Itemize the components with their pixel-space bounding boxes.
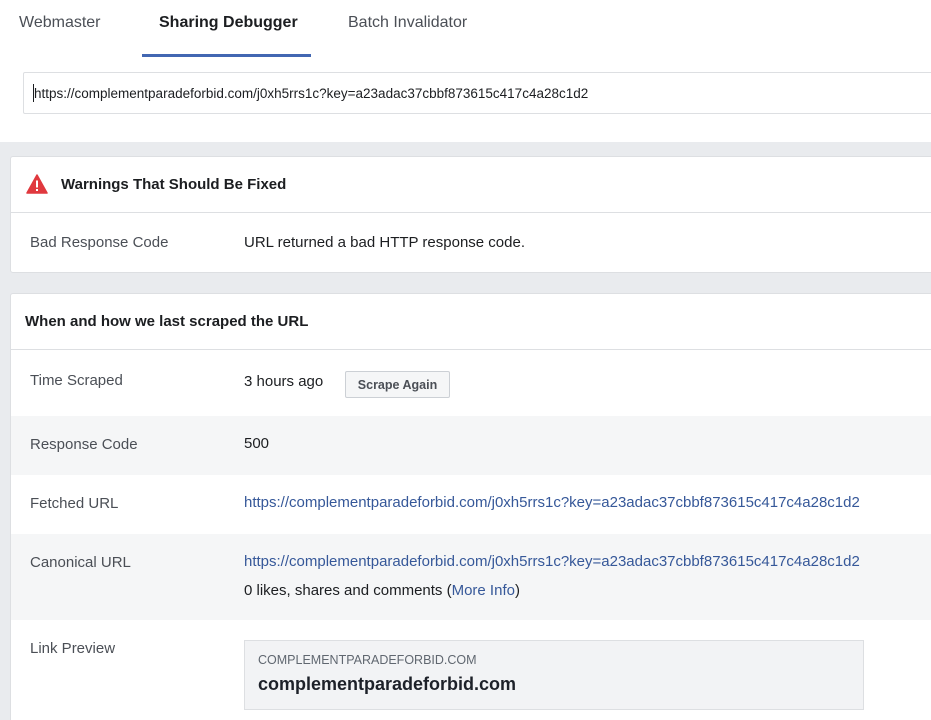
row-canonical-url: Canonical URL https://complementparadefo… (11, 534, 931, 620)
fetched-url-label: Fetched URL (30, 495, 119, 512)
response-code-value: 500 (244, 435, 270, 452)
tab-webmaster[interactable]: Webmaster (19, 14, 101, 32)
canonical-url-link[interactable]: https://complementparadeforbid.com/j0xh5… (244, 553, 860, 570)
preview-domain: COMPLEMENTPARADEFORBID.COM (258, 653, 477, 667)
engagement-close: ) (514, 582, 520, 599)
link-preview-card[interactable]: COMPLEMENTPARADEFORBID.COM complementpar… (244, 640, 864, 710)
warning-value: URL returned a bad HTTP response code. (244, 234, 525, 251)
link-preview-label: Link Preview (30, 640, 116, 657)
warning-row-bad-response: Bad Response Code URL returned a bad HTT… (11, 214, 931, 272)
engagement-count: 0 likes, shares and comments ( (244, 582, 452, 599)
scrape-again-button[interactable]: Scrape Again (345, 371, 450, 398)
tab-bar: Webmaster Sharing Debugger Batch Invalid… (0, 0, 931, 58)
time-scraped-label: Time Scraped (30, 372, 123, 389)
canonical-url-label: Canonical URL (30, 554, 131, 571)
row-time-scraped: Time Scraped 3 hours ago (11, 351, 931, 416)
engagement-text: 0 likes, shares and comments (More Info) (244, 582, 520, 599)
scrape-info-header: When and how we last scraped the URL (11, 294, 931, 350)
scrape-info-title: When and how we last scraped the URL (25, 313, 309, 330)
warnings-header: Warnings That Should Be Fixed (11, 157, 931, 213)
warnings-title: Warnings That Should Be Fixed (61, 176, 287, 193)
preview-title: complementparadeforbid.com (258, 674, 517, 694)
tab-batch-invalidator[interactable]: Batch Invalidator (348, 14, 467, 32)
warnings-card: Warnings That Should Be Fixed Bad Respon… (10, 156, 931, 273)
response-code-label: Response Code (30, 436, 138, 453)
text-caret (33, 84, 34, 102)
warning-triangle-icon (26, 174, 48, 194)
time-scraped-value: 3 hours ago (244, 373, 324, 390)
url-input[interactable] (23, 72, 931, 114)
row-fetched-url: Fetched URL https://complementparadeforb… (11, 475, 931, 534)
warning-label: Bad Response Code (30, 234, 169, 251)
fetched-url-link[interactable]: https://complementparadeforbid.com/j0xh5… (244, 494, 860, 511)
row-response-code: Response Code 500 (11, 416, 931, 475)
more-info-link[interactable]: More Info (452, 582, 515, 599)
active-tab-indicator (142, 54, 311, 57)
scrape-info-card: When and how we last scraped the URL Tim… (10, 293, 931, 720)
tab-sharing-debugger[interactable]: Sharing Debugger (159, 14, 298, 32)
